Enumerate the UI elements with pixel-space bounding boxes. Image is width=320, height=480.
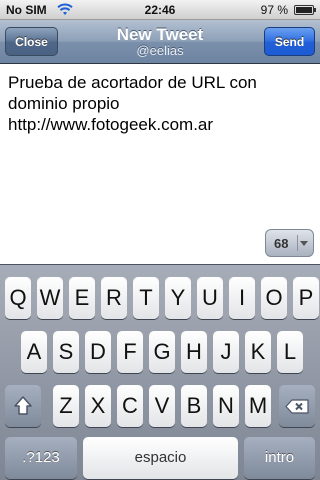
key-i[interactable]: I xyxy=(229,277,255,319)
backspace-key[interactable] xyxy=(279,385,315,427)
return-key[interactable]: intro xyxy=(244,437,315,479)
character-counter[interactable]: 68 xyxy=(265,229,314,257)
battery-icon xyxy=(294,5,316,15)
nav-bar: Close New Tweet @eelias Send xyxy=(0,20,320,64)
key-g[interactable]: G xyxy=(149,331,175,373)
key-s[interactable]: S xyxy=(53,331,79,373)
key-f[interactable]: F xyxy=(117,331,143,373)
key-x[interactable]: X xyxy=(85,385,111,427)
key-k[interactable]: K xyxy=(245,331,271,373)
space-key[interactable]: espacio xyxy=(83,437,238,479)
key-d[interactable]: D xyxy=(85,331,111,373)
key-o[interactable]: O xyxy=(261,277,287,319)
key-v[interactable]: V xyxy=(149,385,175,427)
keyboard: Q W E R T Y U I O P A S D F G H J K L Z … xyxy=(0,264,320,480)
key-u[interactable]: U xyxy=(197,277,223,319)
key-l[interactable]: L xyxy=(277,331,303,373)
tweet-text-area[interactable]: Prueba de acortador de URL con dominio p… xyxy=(8,72,308,135)
key-a[interactable]: A xyxy=(21,331,47,373)
key-n[interactable]: N xyxy=(213,385,239,427)
numbers-key[interactable]: .?123 xyxy=(5,437,77,479)
key-t[interactable]: T xyxy=(133,277,159,319)
chevron-down-icon xyxy=(297,235,309,251)
key-q[interactable]: Q xyxy=(5,277,31,319)
send-button[interactable]: Send xyxy=(264,27,315,56)
shift-key[interactable] xyxy=(5,385,41,427)
key-w[interactable]: W xyxy=(37,277,63,319)
key-c[interactable]: C xyxy=(117,385,143,427)
key-p[interactable]: P xyxy=(293,277,319,319)
shift-icon xyxy=(14,396,32,416)
key-z[interactable]: Z xyxy=(53,385,79,427)
battery-percent: 97 % xyxy=(260,3,288,17)
backspace-icon xyxy=(285,399,309,414)
key-y[interactable]: Y xyxy=(165,277,191,319)
character-count: 68 xyxy=(274,236,289,251)
key-j[interactable]: J xyxy=(213,331,239,373)
key-r[interactable]: R xyxy=(101,277,127,319)
battery-fill xyxy=(296,7,312,13)
key-m[interactable]: M xyxy=(245,385,271,427)
status-bar: No SIM 22:46 97 % xyxy=(0,0,320,20)
key-h[interactable]: H xyxy=(181,331,207,373)
key-b[interactable]: B xyxy=(181,385,207,427)
key-e[interactable]: E xyxy=(69,277,95,319)
